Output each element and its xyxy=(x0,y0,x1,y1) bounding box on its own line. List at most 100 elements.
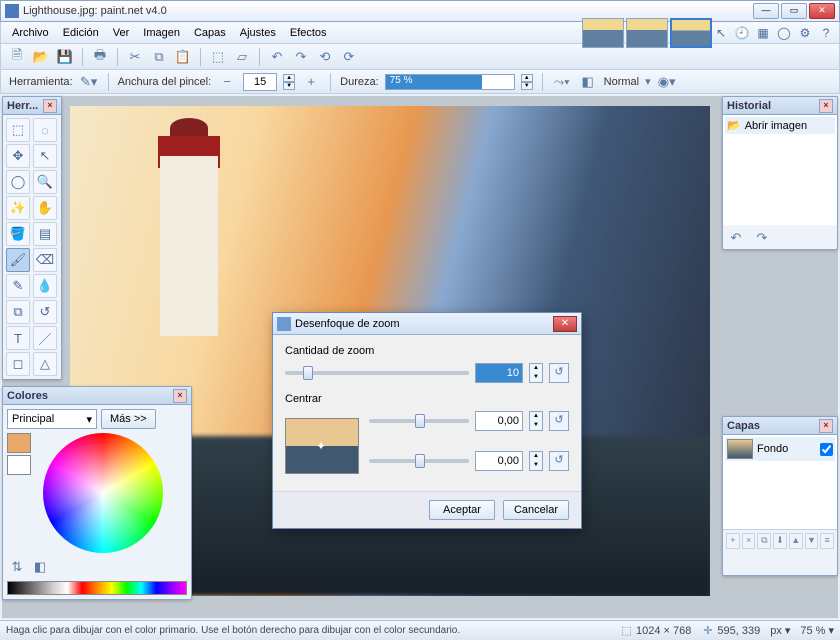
dialog-close-icon[interactable]: ✕ xyxy=(553,316,577,332)
layer-item[interactable]: Fondo xyxy=(725,437,835,461)
primary-swatch[interactable] xyxy=(7,433,31,453)
ok-button[interactable]: Aceptar xyxy=(429,500,495,520)
copy-icon[interactable]: ⧉ xyxy=(149,47,169,67)
menu-capas[interactable]: Capas xyxy=(187,25,233,41)
hard-down[interactable]: ▼ xyxy=(521,82,533,90)
history-toggle-icon[interactable]: 🕘 xyxy=(733,24,751,42)
hard-up[interactable]: ▲ xyxy=(521,74,533,82)
print-icon[interactable]: 🖶 xyxy=(90,47,110,67)
cx-down[interactable]: ▼ xyxy=(530,421,542,430)
new-icon[interactable]: 🗎 xyxy=(7,47,27,67)
cx-reset-icon[interactable]: ↺ xyxy=(549,411,569,431)
redo-icon[interactable]: ↷ xyxy=(291,47,311,67)
brush-plus-icon[interactable]: + xyxy=(301,72,321,92)
palette-strip[interactable] xyxy=(7,581,187,595)
overwrite-icon[interactable]: ◉▾ xyxy=(657,72,677,92)
thumb-3[interactable] xyxy=(670,18,712,48)
bucket-tool[interactable]: 🪣 xyxy=(6,222,30,246)
shapes2-tool[interactable]: △ xyxy=(33,352,57,376)
center-y-slider[interactable] xyxy=(369,459,469,463)
move-tool[interactable]: ✥ xyxy=(6,144,30,168)
colors-toggle-icon[interactable]: ◯ xyxy=(775,24,793,42)
undo-all-icon[interactable]: ⟲ xyxy=(315,47,335,67)
picker-tool[interactable]: 💧 xyxy=(33,274,57,298)
bw-reset-icon[interactable]: ◧ xyxy=(30,557,50,577)
magic-wand-tool[interactable]: ✨ xyxy=(6,196,30,220)
help-icon[interactable]: ? xyxy=(817,24,835,42)
history-redo-icon[interactable]: ↷ xyxy=(752,228,772,248)
line-tool[interactable]: ／ xyxy=(33,326,57,350)
center-picker[interactable] xyxy=(285,418,359,474)
blend-mode-label[interactable]: Normal xyxy=(604,76,639,88)
minimize-button[interactable]: — xyxy=(753,3,779,19)
brush-minus-icon[interactable]: − xyxy=(217,72,237,92)
amount-up[interactable]: ▲ xyxy=(530,364,542,373)
menu-imagen[interactable]: Imagen xyxy=(136,25,187,41)
close-button[interactable]: ✕ xyxy=(809,3,835,19)
delete-layer-icon[interactable]: × xyxy=(742,533,756,549)
brush-tool[interactable]: 🖌 xyxy=(6,248,30,272)
cx-up[interactable]: ▲ xyxy=(530,412,542,421)
more-colors-button[interactable]: Más >> xyxy=(101,409,156,429)
brush-up[interactable]: ▲ xyxy=(283,74,295,82)
amount-input[interactable] xyxy=(475,363,523,383)
recolor-tool[interactable]: ↺ xyxy=(33,300,57,324)
maximize-button[interactable]: ▭ xyxy=(781,3,807,19)
up-layer-icon[interactable]: ▲ xyxy=(789,533,803,549)
center-x-input[interactable] xyxy=(475,411,523,431)
brush-width-input[interactable] xyxy=(243,73,277,91)
history-undo-icon[interactable]: ↶ xyxy=(726,228,746,248)
current-tool-icon[interactable]: ✎▾ xyxy=(79,72,99,92)
amount-slider[interactable] xyxy=(285,371,469,375)
layers-toggle-icon[interactable]: ▦ xyxy=(754,24,772,42)
thumb-1[interactable] xyxy=(582,18,624,48)
color-wheel[interactable] xyxy=(43,433,163,553)
cut-icon[interactable]: ✂ xyxy=(125,47,145,67)
undo-icon[interactable]: ↶ xyxy=(267,47,287,67)
amount-down[interactable]: ▼ xyxy=(530,373,542,382)
zoom-tool[interactable]: 🔍 xyxy=(33,170,57,194)
tools-toggle-icon[interactable]: ↖ xyxy=(712,24,730,42)
layers-close-icon[interactable]: × xyxy=(819,419,833,433)
color-mode-combo[interactable]: Principal▾ xyxy=(7,409,97,429)
cy-up[interactable]: ▲ xyxy=(530,452,542,461)
cancel-button[interactable]: Cancelar xyxy=(503,500,569,520)
crop-icon[interactable]: ⬚ xyxy=(208,47,228,67)
dup-layer-icon[interactable]: ⧉ xyxy=(757,533,771,549)
redo-all-icon[interactable]: ⟳ xyxy=(339,47,359,67)
menu-archivo[interactable]: Archivo xyxy=(5,25,56,41)
shapes-tool[interactable]: ◻ xyxy=(6,352,30,376)
amount-reset-icon[interactable]: ↺ xyxy=(549,363,569,383)
tools-close-icon[interactable]: × xyxy=(43,99,57,113)
cy-down[interactable]: ▼ xyxy=(530,461,542,470)
thumb-2[interactable] xyxy=(626,18,668,48)
move-selection-tool[interactable]: ↖ xyxy=(33,144,57,168)
open-icon[interactable]: 📂 xyxy=(31,47,51,67)
hardness-slider[interactable]: 75 % xyxy=(385,74,515,90)
save-icon[interactable]: 💾 xyxy=(55,47,75,67)
merge-layer-icon[interactable]: ⬇ xyxy=(773,533,787,549)
menu-ajustes[interactable]: Ajustes xyxy=(233,25,283,41)
antialias-icon[interactable]: ⤳▾ xyxy=(552,72,572,92)
pan-tool[interactable]: ✋ xyxy=(33,196,57,220)
text-tool[interactable]: T xyxy=(6,326,30,350)
rect-select-tool[interactable]: ⬚ xyxy=(6,118,30,142)
status-zoom[interactable]: 75 % xyxy=(800,625,825,637)
ellipse-select-tool[interactable]: ◯ xyxy=(6,170,30,194)
swap-colors-icon[interactable]: ⇅ xyxy=(7,557,27,577)
lasso-tool[interactable]: ◌ xyxy=(33,118,57,142)
paste-icon[interactable]: 📋 xyxy=(173,47,193,67)
cy-reset-icon[interactable]: ↺ xyxy=(549,451,569,471)
settings-icon[interactable]: ⚙ xyxy=(796,24,814,42)
blend-icon[interactable]: ◧ xyxy=(578,72,598,92)
menu-ver[interactable]: Ver xyxy=(106,25,137,41)
deselect-icon[interactable]: ▱ xyxy=(232,47,252,67)
brush-down[interactable]: ▼ xyxy=(283,82,295,90)
status-unit[interactable]: px xyxy=(770,625,782,637)
secondary-swatch[interactable] xyxy=(7,455,31,475)
pencil-tool[interactable]: ✎ xyxy=(6,274,30,298)
clone-tool[interactable]: ⧉ xyxy=(6,300,30,324)
menu-edicion[interactable]: Edición xyxy=(56,25,106,41)
layer-visible-checkbox[interactable] xyxy=(820,443,833,456)
colors-close-icon[interactable]: × xyxy=(173,389,187,403)
